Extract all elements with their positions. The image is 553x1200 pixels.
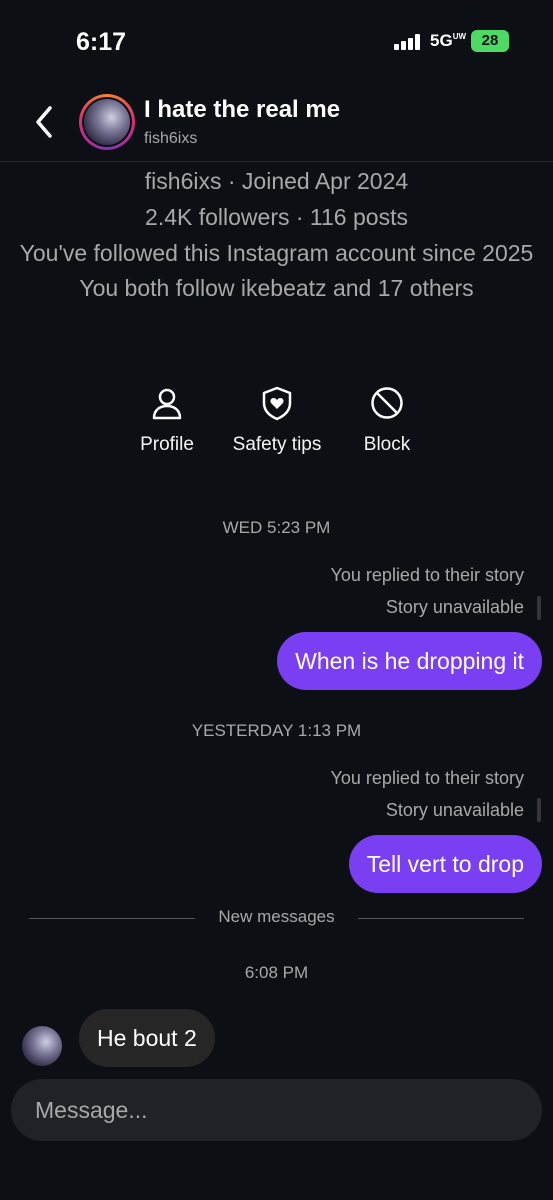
- block-button[interactable]: Block: [337, 385, 437, 456]
- status-bar: 6:17 5GUW 28: [0, 0, 553, 80]
- profile-followed-since: You've followed this Instagram account s…: [19, 240, 534, 266]
- reply-indicator: [537, 596, 541, 620]
- outgoing-message[interactable]: When is he dropping it: [277, 632, 542, 690]
- reply-indicator: [537, 798, 541, 822]
- battery-icon: 28: [471, 30, 509, 52]
- new-messages-label: New messages: [218, 907, 335, 926]
- network-sub: UW: [452, 32, 467, 41]
- block-label: Block: [363, 434, 411, 455]
- profile-joined: fish6ixs · Joined Apr 2024: [144, 168, 409, 194]
- incoming-message[interactable]: He bout 2: [79, 1009, 215, 1067]
- block-icon: [371, 387, 403, 419]
- profile-info: fish6ixs · Joined Apr 2024 2.4K follower…: [0, 163, 553, 306]
- profile-actions: Profile Safety tips Block: [0, 385, 553, 495]
- story-unavailable[interactable]: Story unavailable: [386, 597, 524, 618]
- safety-tips-button[interactable]: Safety tips: [227, 385, 327, 456]
- profile-button[interactable]: Profile: [117, 385, 217, 456]
- message-input[interactable]: [35, 1079, 515, 1141]
- safety-tips-label: Safety tips: [232, 434, 322, 455]
- message-composer: [11, 1079, 542, 1141]
- shield-heart-icon: [262, 386, 292, 421]
- story-reply-note: You replied to their story: [330, 768, 524, 788]
- profile-stats: 2.4K followers · 116 posts: [145, 204, 408, 230]
- timestamp: YESTERDAY 1:13 PM: [191, 721, 362, 740]
- story-reply-note: You replied to their story: [330, 565, 524, 585]
- chat-username: fish6ixs: [144, 130, 198, 147]
- person-icon: [152, 388, 182, 420]
- network-indicator: 5GUW: [430, 31, 467, 50]
- avatar[interactable]: [79, 94, 135, 150]
- sender-avatar[interactable]: [22, 1026, 62, 1066]
- profile-label: Profile: [140, 434, 194, 455]
- story-unavailable[interactable]: Story unavailable: [386, 800, 524, 821]
- outgoing-message[interactable]: Tell vert to drop: [348, 835, 542, 893]
- timestamp: 6:08 PM: [244, 963, 309, 982]
- signal-icon: [394, 34, 422, 50]
- back-chevron-icon[interactable]: [30, 102, 58, 142]
- profile-mutuals: You both follow ikebeatz and 17 others: [79, 275, 474, 301]
- chat-header: I hate the real me fish6ixs: [0, 88, 553, 162]
- divider-right: [358, 918, 524, 919]
- chat-title[interactable]: I hate the real me: [144, 96, 340, 124]
- timestamp: WED 5:23 PM: [222, 518, 331, 537]
- status-time: 6:17: [76, 28, 127, 56]
